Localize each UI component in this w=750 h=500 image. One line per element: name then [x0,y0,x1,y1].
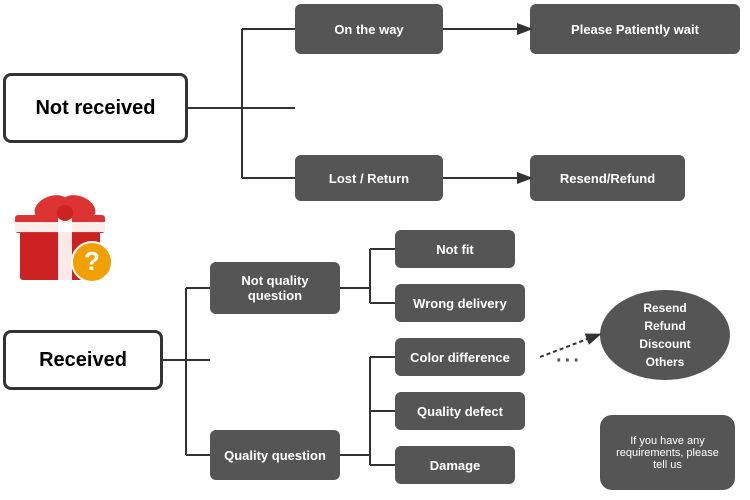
quality-defect-node: Quality defect [395,392,525,430]
resolutions-node: Resend Refund Discount Others [600,290,730,380]
not-fit-node: Not fit [395,230,515,268]
wrong-delivery-node: Wrong delivery [395,284,525,322]
lost-return-node: Lost / Return [295,155,443,201]
not-quality-question-node: Not quality question [210,262,340,314]
color-difference-node: Color difference [395,338,525,376]
received-node: Received [3,330,163,390]
quality-question-node: Quality question [210,430,340,480]
svg-text:?: ? [84,246,100,276]
requirements-node: If you have any requirements, please tel… [600,415,735,490]
not-received-node: Not received [3,73,188,143]
gift-box-image: ? [10,180,120,290]
resend-refund-node: Resend/Refund [530,155,685,201]
please-wait-node: Please Patiently wait [530,4,740,54]
damage-node: Damage [395,446,515,484]
on-the-way-node: On the way [295,4,443,54]
dots-separator: ··· [556,350,582,373]
